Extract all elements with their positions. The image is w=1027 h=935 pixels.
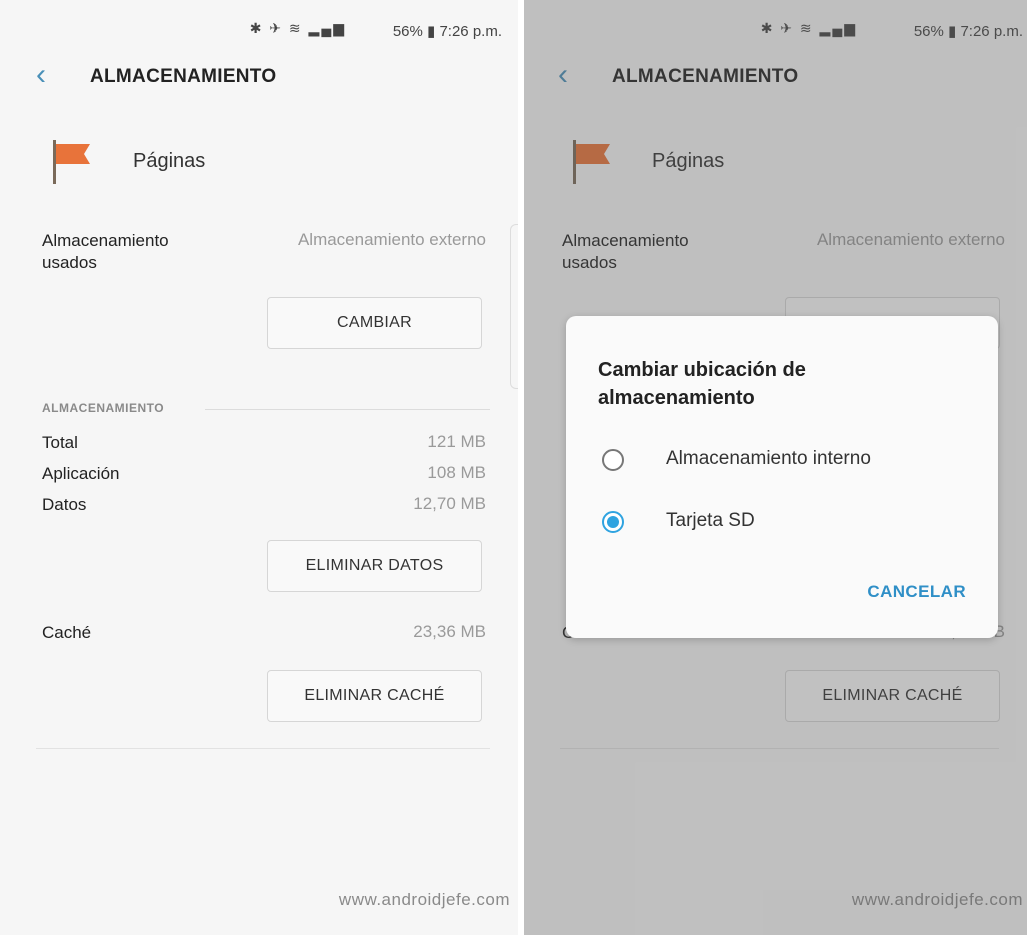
app-bar: ‹ ALMACENAMIENTO [0,44,518,108]
radio-checked-icon[interactable] [602,511,624,533]
clear-cache-button[interactable]: ELIMINAR CACHÉ [267,670,482,722]
back-chevron-icon[interactable]: ‹ [36,60,46,90]
storage-screen: ✱ ✈ ≋ ▂▄▆ 56% ▮ 7:26 p.m. ‹ ALMACENAMIEN… [0,0,518,935]
stat-value-total: 121 MB [427,432,486,451]
flag-icon [53,140,90,184]
option-label: Tarjeta SD [666,510,755,531]
storage-used-label-line1: Almacenamiento [42,231,169,250]
page-title: ALMACENAMIENTO [90,66,277,87]
section-label: ALMACENAMIENTO [42,401,165,415]
stat-label-data: Datos [42,495,87,514]
cache-label: Caché [42,623,92,642]
option-internal-storage[interactable]: Almacenamiento interno [598,440,978,480]
stat-label-app: Aplicación [42,464,120,483]
battery-icon: ▮ [427,23,436,40]
clear-data-button[interactable]: ELIMINAR DATOS [267,540,482,592]
app-name: Páginas [133,150,206,172]
change-button[interactable]: CAMBIAR [267,297,482,349]
section-divider [205,409,490,410]
stat-label-total: Total [42,433,78,452]
scrollbar[interactable] [510,224,518,389]
option-sd-card[interactable]: Tarjeta SD [598,502,978,542]
storage-used-value: Almacenamiento externo [297,230,486,249]
cancel-button[interactable]: CANCELAR [867,582,966,602]
option-label: Almacenamiento interno [666,448,871,469]
storage-used-label-line2: usados [42,253,97,272]
status-bar: ✱ ✈ ≋ ▂▄▆ 56% ▮ 7:26 p.m. [0,0,518,44]
storage-location-dialog: Cambiar ubicación de almacenamiento Alma… [566,316,998,638]
cache-value: 23,36 MB [413,622,486,641]
watermark: www.androidjefe.com [338,890,510,909]
clock: 7:26 p.m. [439,23,502,40]
stat-value-data: 12,70 MB [413,494,486,513]
storage-used-label: Almacenamiento usados [42,230,169,274]
storage-screen-dialog: ✱ ✈ ≋ ▂▄▆ 56% ▮ 7:26 p.m. ‹ ALMACENAMIEN… [524,0,1027,935]
battery-level: 56% [392,23,423,40]
stat-value-app: 108 MB [427,463,486,482]
dialog-title: Cambiar ubicación de almacenamiento [598,359,806,409]
radio-unchecked-icon[interactable] [602,449,624,471]
status-icons: ✱ ✈ ≋ ▂▄▆ [249,20,346,36]
bottom-divider [36,748,490,749]
status-battery-time: 56% ▮ 7:26 p.m. [393,22,502,40]
